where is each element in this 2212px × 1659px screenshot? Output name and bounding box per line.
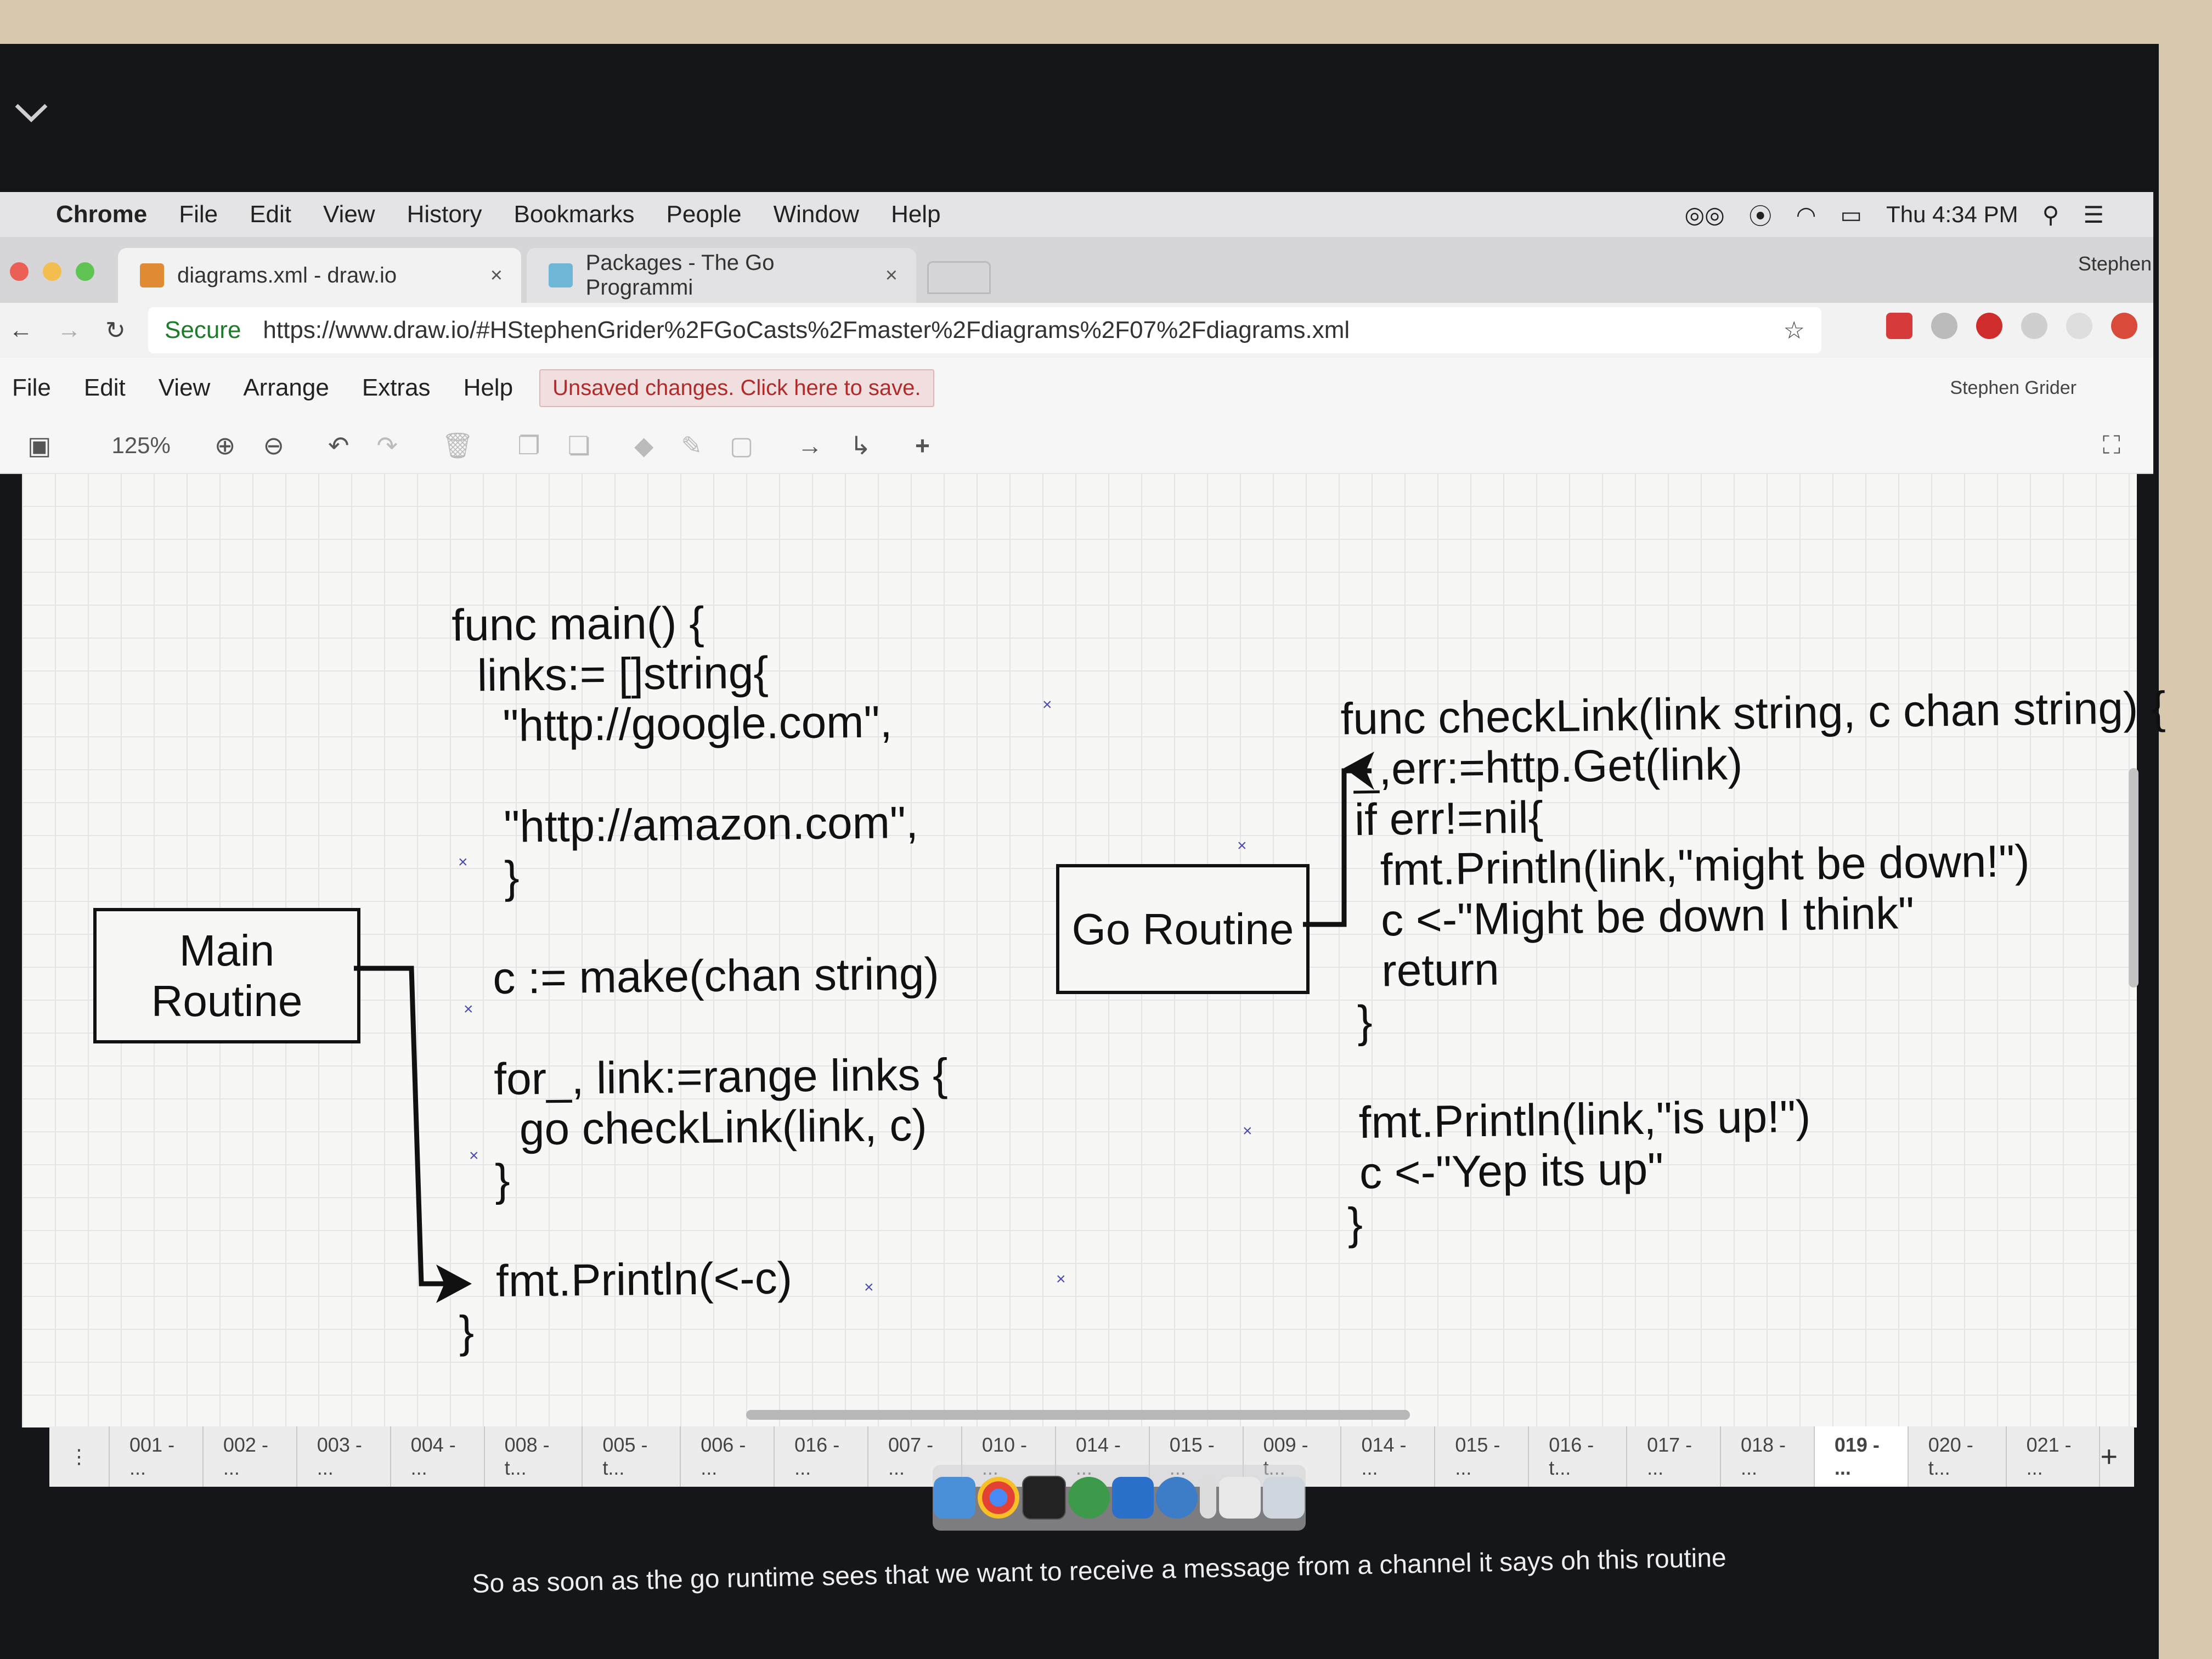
green-app-icon[interactable] <box>1068 1477 1110 1519</box>
waypoint-marker: × <box>458 853 468 871</box>
page-tab[interactable]: 018 - ... <box>1721 1426 1815 1487</box>
page-tab[interactable]: 008 - t... <box>485 1426 583 1487</box>
page-tab[interactable]: 014 - ... <box>1341 1426 1436 1487</box>
page-tab[interactable]: 016 - ... <box>775 1426 869 1487</box>
page-tab[interactable]: 003 - ... <box>297 1426 391 1487</box>
page-tab[interactable]: 020 - t... <box>1909 1426 2007 1487</box>
waypoint-marker: × <box>1056 1270 1066 1288</box>
page-tab[interactable]: 016 - t... <box>1529 1426 1628 1487</box>
dock-separator <box>1200 1477 1217 1519</box>
page-tab[interactable]: 006 - ... <box>681 1426 775 1487</box>
finder-icon[interactable] <box>934 1477 976 1519</box>
waypoint-marker: × <box>1042 696 1052 714</box>
page-tab[interactable]: 017 - ... <box>1627 1426 1721 1487</box>
page-tab-active[interactable]: 019 - ... <box>1814 1426 1909 1487</box>
page-tab[interactable]: 001 - ... <box>110 1426 204 1487</box>
main-routine-arrow <box>354 966 455 1286</box>
waypoint-marker: × <box>864 1278 874 1296</box>
vscode-icon[interactable] <box>1111 1477 1154 1519</box>
page-menu-icon[interactable]: ⋮ <box>49 1426 110 1487</box>
trash-icon[interactable] <box>1262 1477 1305 1519</box>
waypoint-marker: × <box>1237 837 1247 855</box>
add-page-icon[interactable]: + <box>2100 1440 2118 1474</box>
downloads-icon[interactable] <box>1218 1477 1261 1519</box>
mac-dock <box>933 1465 1306 1531</box>
chrome-icon[interactable] <box>978 1477 1020 1519</box>
page-tab[interactable]: 002 - ... <box>204 1426 297 1487</box>
page-tab[interactable]: 004 - ... <box>391 1426 485 1487</box>
page-tab[interactable]: 005 - t... <box>583 1426 681 1487</box>
waypoint-marker: × <box>1243 1122 1252 1140</box>
quicktime-icon[interactable] <box>1156 1477 1198 1519</box>
go-routine-arrow <box>1303 768 1372 927</box>
waypoint-marker: × <box>464 1000 473 1018</box>
vertical-scrollbar[interactable] <box>2129 768 2138 988</box>
page-tab[interactable]: 021 - ... <box>2007 1426 2101 1487</box>
waypoint-marker: × <box>469 1147 479 1165</box>
terminal-icon[interactable] <box>1022 1476 1066 1520</box>
page-tab[interactable]: 015 - ... <box>1435 1426 1530 1487</box>
horizontal-scrollbar[interactable] <box>746 1410 1410 1420</box>
